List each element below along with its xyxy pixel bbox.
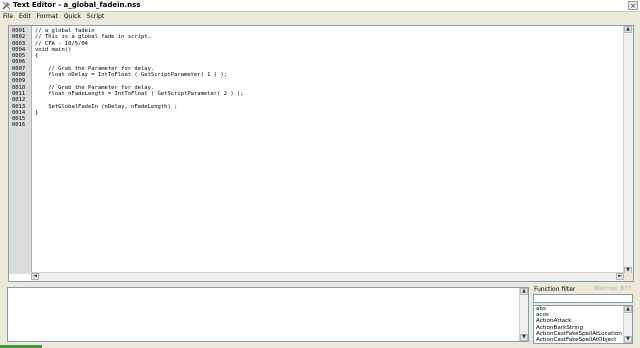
menu-format[interactable]: Format — [34, 12, 61, 22]
line-number: 0016 — [12, 122, 26, 129]
menu-bar: File Edit Format Quick Script — [0, 12, 640, 22]
scroll-up-icon[interactable]: ▲ — [624, 306, 632, 313]
scroll-left-icon[interactable]: ◄ — [31, 273, 39, 280]
function-list-item[interactable]: ActionCastFakeSpellAtObject — [534, 337, 632, 343]
function-list[interactable]: abs acos ActionAttack ActionBarkString A… — [533, 305, 633, 344]
scroll-up-icon[interactable]: ▲ — [624, 26, 632, 33]
editor-vertical-scrollbar[interactable]: ▲ ▼ — [623, 26, 633, 274]
menu-edit[interactable]: Edit — [16, 12, 34, 22]
scroll-up-icon[interactable]: ▲ — [520, 288, 528, 295]
code-text[interactable]: // a_global_fadein // This is a global f… — [35, 28, 623, 129]
scroll-down-icon[interactable]: ▼ — [520, 334, 528, 341]
scroll-right-icon[interactable]: ► — [616, 273, 624, 280]
output-panel[interactable]: ▲ ▼ — [7, 287, 529, 342]
menu-file[interactable]: File — [0, 12, 16, 22]
window-title: Text Editor - a_global_fadein.nss — [13, 1, 141, 9]
matches-count: Matches: 877 — [593, 286, 631, 292]
function-list-scrollbar[interactable]: ▲ ▼ — [623, 306, 632, 343]
scrollbar-corner — [624, 273, 633, 281]
scroll-down-icon[interactable]: ▼ — [624, 336, 632, 343]
function-filter-label: Function filter — [534, 286, 576, 293]
code-line[interactable] — [35, 122, 623, 128]
title-bar: Text Editor - a_global_fadein.nss × — [0, 0, 640, 12]
editor-horizontal-scrollbar[interactable]: ◄ ► — [31, 272, 624, 281]
code-editor[interactable]: 0001 0002 0003 0004 0005 0006 0007 0008 … — [8, 25, 634, 282]
menu-script[interactable]: Script — [84, 12, 107, 22]
tools-icon — [2, 1, 11, 10]
function-filter-panel: Function filter Matches: 877 abs acos Ac… — [533, 284, 633, 344]
output-vertical-scrollbar[interactable]: ▲ ▼ — [519, 288, 528, 341]
function-filter-input[interactable] — [533, 294, 633, 303]
menu-quick[interactable]: Quick — [61, 12, 84, 22]
close-button[interactable]: × — [628, 1, 638, 10]
line-number-gutter: 0001 0002 0003 0004 0005 0006 0007 0008 … — [9, 26, 32, 274]
status-bar — [0, 344, 640, 348]
